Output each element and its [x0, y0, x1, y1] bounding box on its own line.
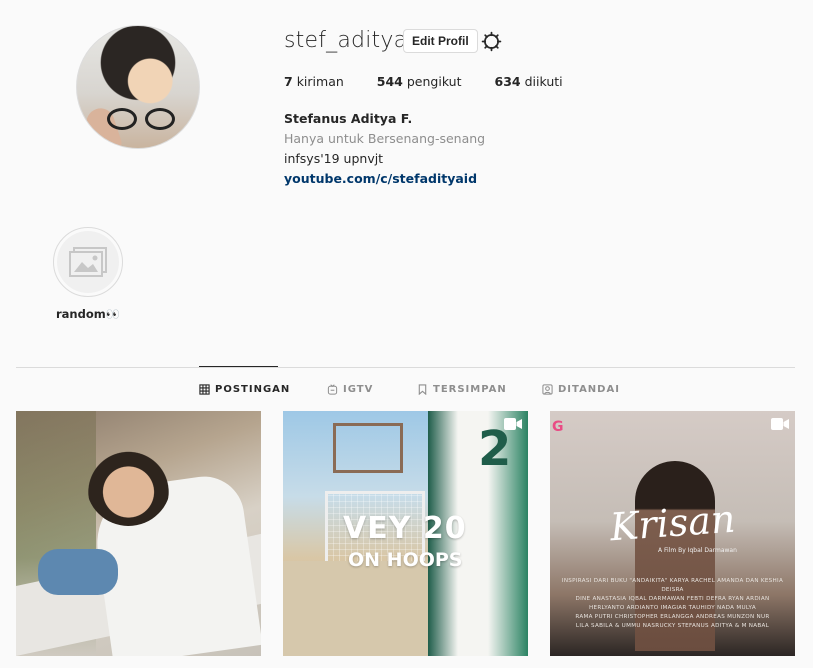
tab-saved[interactable]: TERSIMPAN	[417, 384, 542, 395]
post-overlay-subtitle: ON HOOPS	[348, 549, 463, 571]
profile-stats: 7 kiriman 544 pengikut 634 diikuti	[284, 74, 563, 89]
post-person-head	[86, 441, 171, 526]
stat-posts-label: kiriman	[296, 74, 344, 89]
post-film-credits: INSPIRASI DARI BUKU "ANDAIKITA" KARYA RA…	[561, 578, 784, 629]
stat-followers[interactable]: 544 pengikut	[377, 74, 462, 89]
active-tab-indicator	[199, 366, 278, 367]
profile-bio-line: infsys'19 upnvjt	[284, 151, 384, 166]
post-thumbnail[interactable]: G Krisan A Film By Iqbal Darmawan INSPIR…	[550, 411, 795, 656]
post-hoop	[333, 423, 403, 473]
profile-full-name: Stefanus Aditya F.	[284, 111, 413, 126]
highlight-cover	[57, 231, 119, 293]
tab-tagged[interactable]: DITANDAI	[542, 384, 642, 395]
image-icon	[69, 247, 107, 277]
post-towel	[38, 549, 118, 595]
edit-profile-button[interactable]: Edit Profil	[403, 29, 478, 53]
bookmark-icon	[418, 384, 427, 395]
video-icon	[771, 418, 789, 430]
profile-website-link[interactable]: youtube.com/c/stefadityaid	[284, 171, 477, 186]
stat-posts-count: 7	[284, 74, 293, 89]
tab-saved-label: TERSIMPAN	[433, 384, 507, 395]
igtv-icon	[327, 384, 338, 395]
tab-tagged-label: DITANDAI	[558, 384, 620, 395]
post-film-title: Krisan	[608, 496, 737, 550]
grid-icon	[199, 384, 210, 395]
highlight-label: random👀	[55, 307, 121, 321]
stat-following[interactable]: 634 diikuti	[495, 74, 563, 89]
post-thumbnail[interactable]: 2 VEY 20 ON HOOPS	[283, 411, 528, 656]
stat-posts: 7 kiriman	[284, 74, 344, 89]
video-icon	[504, 418, 522, 430]
profile-tabs: POSTINGAN IGTV TERSIMPAN DITANDAI	[199, 384, 642, 395]
post-film-subtitle: A Film By Iqbal Darmawan	[658, 547, 737, 554]
profile-category: Hanya untuk Bersenang-senang	[284, 131, 486, 146]
stat-following-label: diikuti	[524, 74, 563, 89]
post-overlay-title: VEY 20	[343, 511, 467, 546]
tabs-divider	[16, 367, 795, 368]
tab-posts-label: POSTINGAN	[215, 384, 291, 395]
tab-igtv[interactable]: IGTV	[327, 384, 417, 395]
tab-igtv-label: IGTV	[343, 384, 374, 395]
tagged-icon	[542, 384, 553, 395]
stat-following-count: 634	[494, 74, 521, 89]
profile-avatar[interactable]	[76, 25, 200, 149]
settings-gear-icon[interactable]	[481, 31, 502, 52]
avatar-glasses	[107, 108, 177, 130]
highlight-ring	[53, 227, 123, 297]
post-channel-badge: G	[552, 419, 564, 435]
profile-username: stef_aditya	[284, 28, 408, 53]
stat-followers-count: 544	[376, 74, 403, 89]
profile-bio: Stefanus Aditya F. Hanya untuk Bersenang…	[284, 109, 485, 189]
tab-posts[interactable]: POSTINGAN	[199, 384, 327, 395]
story-highlight[interactable]: random👀	[53, 227, 123, 321]
stat-followers-label: pengikut	[406, 74, 462, 89]
post-thumbnail[interactable]	[16, 411, 261, 656]
